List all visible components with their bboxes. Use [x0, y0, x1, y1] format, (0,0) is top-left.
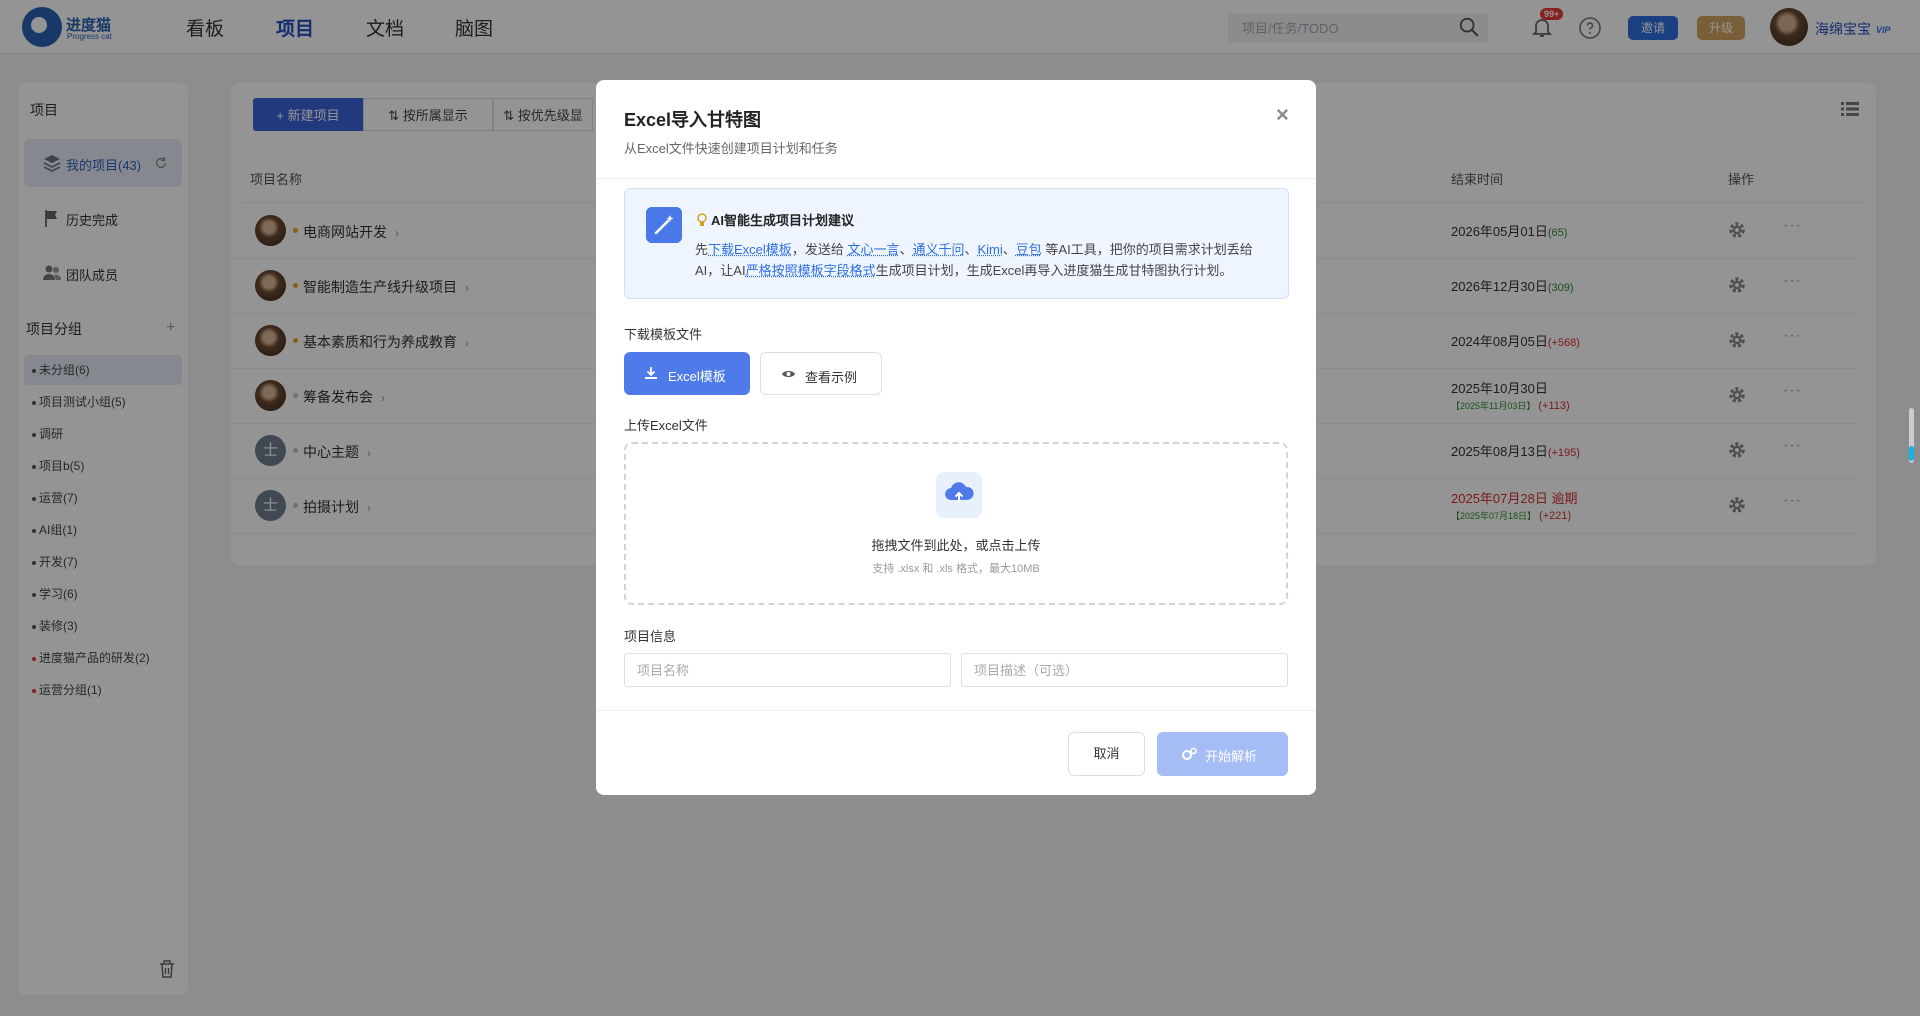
- cloud-upload-icon: [936, 472, 982, 518]
- divider: [596, 178, 1316, 179]
- tongyi-link[interactable]: 通义千问: [912, 242, 964, 257]
- project-description-input[interactable]: [961, 653, 1288, 687]
- download-section-label: 下载模板文件: [624, 327, 703, 342]
- dialog-title: Excel导入甘特图: [624, 110, 762, 130]
- file-drop-zone[interactable]: 拖拽文件到此处，或点击上传 支持 .xlsx 和 .xls 格式，最大10MB: [624, 442, 1288, 605]
- wenxin-link[interactable]: 文心一言: [847, 242, 899, 257]
- excel-import-dialog: Excel导入甘特图 从Excel文件快速创建项目计划和任务 × AI智能生成项…: [596, 80, 1316, 795]
- excel-template-button[interactable]: Excel模板: [624, 352, 750, 395]
- dialog-subtitle: 从Excel文件快速创建项目计划和任务: [624, 141, 838, 156]
- ai-title-text: AI智能生成项目计划建议: [711, 213, 855, 228]
- ai-suggestion-box: AI智能生成项目计划建议 先下载Excel模板，发送给 文心一言、通义千问、Ki…: [624, 188, 1289, 299]
- start-parse-button[interactable]: 开始解析: [1157, 732, 1288, 776]
- ai-text-part: 先: [695, 242, 709, 257]
- magic-wand-icon: [646, 207, 682, 243]
- button-label: 开始解析: [1205, 749, 1258, 764]
- download-icon: [645, 367, 657, 379]
- button-label: Excel模板: [668, 369, 726, 384]
- lightbulb-icon: [697, 213, 707, 226]
- project-info-label: 项目信息: [624, 629, 677, 644]
- ai-text-part: ，发送给: [791, 242, 848, 257]
- project-name-input[interactable]: [624, 653, 951, 687]
- template-format-link[interactable]: 严格按照模板字段格式: [746, 263, 876, 278]
- divider: [596, 710, 1316, 711]
- doubao-link[interactable]: 豆包: [1016, 242, 1042, 257]
- ai-text-part: 生成项目计划，生成Excel再导入进度猫生成甘特图执行计划。: [875, 263, 1233, 278]
- ai-description: 先下载Excel模板，发送给 文心一言、通义千问、Kimi、豆包 等AI工具，把…: [695, 239, 1275, 281]
- gears-icon: [1182, 747, 1197, 760]
- cancel-button[interactable]: 取消: [1068, 732, 1145, 776]
- kimi-link[interactable]: Kimi: [978, 242, 1003, 257]
- eye-icon: [782, 371, 795, 377]
- ai-title: AI智能生成项目计划建议: [697, 210, 854, 229]
- upload-section-label: 上传Excel文件: [624, 418, 708, 433]
- ai-text-part: 、: [1002, 242, 1016, 257]
- ai-text-part: 、: [964, 242, 978, 257]
- drop-zone-hint: 支持 .xlsx 和 .xls 格式，最大10MB: [872, 563, 1040, 575]
- ai-text-part: 、: [899, 242, 913, 257]
- scroll-indicator[interactable]: [1909, 408, 1914, 463]
- close-icon[interactable]: ×: [1276, 102, 1289, 128]
- button-label: 查看示例: [805, 370, 858, 385]
- view-example-button[interactable]: 查看示例: [760, 352, 882, 395]
- drop-zone-text: 拖拽文件到此处，或点击上传: [871, 538, 1041, 553]
- download-template-link[interactable]: 下载Excel模板: [708, 242, 792, 257]
